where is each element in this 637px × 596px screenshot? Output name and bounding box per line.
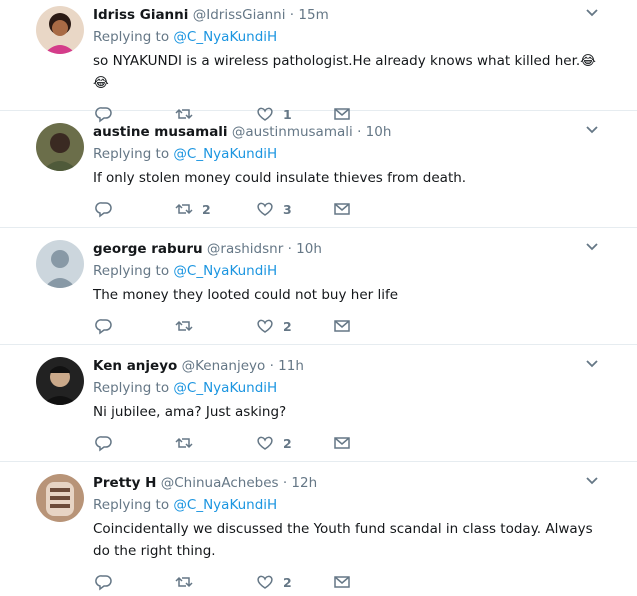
avatar[interactable]	[36, 474, 84, 522]
reply-icon	[95, 575, 112, 591]
separator-dot: ·	[282, 475, 288, 491]
reply-button[interactable]	[95, 199, 113, 219]
separator-dot: ·	[269, 358, 274, 374]
chevron-down-icon[interactable]	[585, 123, 599, 137]
like-count: 2	[283, 574, 292, 590]
chevron-down-icon[interactable]	[585, 240, 599, 254]
replying-to: Replying to @C_NyaKundiH	[93, 145, 637, 163]
separator-dot: ·	[357, 124, 362, 140]
retweet-count: 2	[202, 201, 211, 217]
timestamp[interactable]: 12h	[291, 475, 317, 491]
separator-dot: ·	[289, 7, 295, 23]
author-handle[interactable]: @austinmusamali	[232, 124, 353, 140]
direct-message-button[interactable]	[333, 199, 351, 219]
replying-to-link[interactable]: @C_NyaKundiH	[173, 263, 277, 279]
reply-button[interactable]	[95, 433, 113, 453]
tweet-actions: 2	[93, 316, 637, 340]
tweet-text: If only stolen money could insulate thie…	[93, 170, 467, 186]
heart-icon	[257, 319, 273, 333]
timestamp[interactable]: 15m	[298, 7, 328, 23]
author-name[interactable]: Ken anjeyo	[93, 358, 177, 374]
tweet-text: Coincidentally we discussed the Youth fu…	[93, 521, 593, 559]
tweet-item[interactable]: george raburu @rashidsnr · 10h Replying …	[0, 228, 637, 345]
retweet-icon	[175, 576, 193, 588]
envelope-icon	[334, 437, 350, 449]
replying-to: Replying to @C_NyaKundiH	[93, 496, 637, 514]
reply-button[interactable]	[95, 572, 113, 592]
direct-message-button[interactable]	[333, 572, 351, 592]
retweet-icon	[175, 320, 193, 332]
chevron-down-icon[interactable]	[585, 474, 599, 488]
replying-to-link[interactable]: @C_NyaKundiH	[173, 146, 277, 162]
author-handle[interactable]: @rashidsnr	[207, 241, 283, 257]
replying-to-link[interactable]: @C_NyaKundiH	[173, 380, 277, 396]
retweet-icon	[175, 437, 193, 449]
default-avatar-icon	[36, 240, 84, 288]
chevron-down-icon[interactable]	[585, 6, 599, 20]
heart-icon	[257, 436, 273, 450]
reply-button[interactable]	[95, 316, 113, 336]
retweet-button[interactable]: 2	[175, 199, 211, 219]
replying-to: Replying to @C_NyaKundiH	[93, 379, 637, 397]
replying-to-link[interactable]: @C_NyaKundiH	[173, 29, 277, 45]
avatar[interactable]	[36, 123, 84, 171]
timestamp[interactable]: 10h	[296, 241, 322, 257]
reply-icon	[95, 436, 112, 452]
like-count: 3	[283, 201, 292, 217]
tweet-actions: 2 3	[93, 199, 637, 223]
replying-label: Replying to	[93, 146, 170, 162]
timestamp[interactable]: 10h	[366, 124, 392, 140]
author-name[interactable]: austine musamali	[93, 124, 228, 140]
avatar[interactable]	[36, 240, 84, 288]
reply-feed: Idriss Gianni @IdrissGianni · 15m Replyi…	[0, 0, 637, 595]
tweet-item[interactable]: austine musamali @austinmusamali · 10h R…	[0, 111, 637, 228]
like-button[interactable]: 2	[256, 316, 292, 336]
heart-icon	[257, 575, 273, 589]
author-name[interactable]: Idriss Gianni	[93, 7, 188, 23]
direct-message-button[interactable]	[333, 316, 351, 336]
like-button[interactable]: 3	[256, 199, 292, 219]
retweet-button[interactable]	[175, 433, 202, 453]
author-name[interactable]: george raburu	[93, 241, 203, 257]
replying-label: Replying to	[93, 29, 170, 45]
author-handle[interactable]: @Kenanjeyo	[182, 358, 266, 374]
envelope-icon	[334, 320, 350, 332]
direct-message-button[interactable]	[333, 433, 351, 453]
replying-label: Replying to	[93, 380, 170, 396]
separator-dot: ·	[287, 241, 292, 257]
replying-to-link[interactable]: @C_NyaKundiH	[173, 497, 277, 513]
tweet-actions: 2	[93, 433, 637, 457]
timestamp[interactable]: 11h	[278, 358, 304, 374]
reply-icon	[95, 319, 112, 335]
avatar[interactable]	[36, 357, 84, 405]
tweet-text: Ni jubilee, ama? Just asking?	[93, 404, 287, 420]
tweet-actions: 2	[93, 572, 637, 596]
author-handle[interactable]: @ChinuaAchebes	[161, 475, 279, 491]
replying-to: Replying to @C_NyaKundiH	[93, 262, 637, 280]
like-count: 2	[283, 318, 292, 334]
avatar[interactable]	[36, 6, 84, 54]
replying-label: Replying to	[93, 497, 170, 513]
chevron-down-icon[interactable]	[585, 357, 599, 371]
replying-label: Replying to	[93, 263, 170, 279]
like-count: 2	[283, 435, 292, 451]
tweet-item[interactable]: Pretty H @ChinuaAchebes · 12h Replying t…	[0, 462, 637, 595]
tweet-item[interactable]: Idriss Gianni @IdrissGianni · 15m Replyi…	[0, 0, 637, 123]
heart-icon	[257, 202, 273, 216]
retweet-button[interactable]	[175, 572, 202, 592]
retweet-icon	[175, 203, 193, 215]
replying-to: Replying to @C_NyaKundiH	[93, 28, 637, 46]
reply-icon	[95, 202, 112, 218]
retweet-button[interactable]	[175, 316, 202, 336]
like-button[interactable]: 2	[256, 433, 292, 453]
author-name[interactable]: Pretty H	[93, 475, 156, 491]
tweet-text: The money they looted could not buy her …	[93, 287, 399, 303]
tweet-item[interactable]: Ken anjeyo @Kenanjeyo · 11h Replying to …	[0, 345, 637, 462]
envelope-icon	[334, 576, 350, 588]
envelope-icon	[334, 203, 350, 215]
like-button[interactable]: 2	[256, 572, 292, 592]
tweet-text: so NYAKUNDI is a wireless pathologist.He…	[93, 53, 596, 91]
author-handle[interactable]: @IdrissGianni	[193, 7, 286, 23]
